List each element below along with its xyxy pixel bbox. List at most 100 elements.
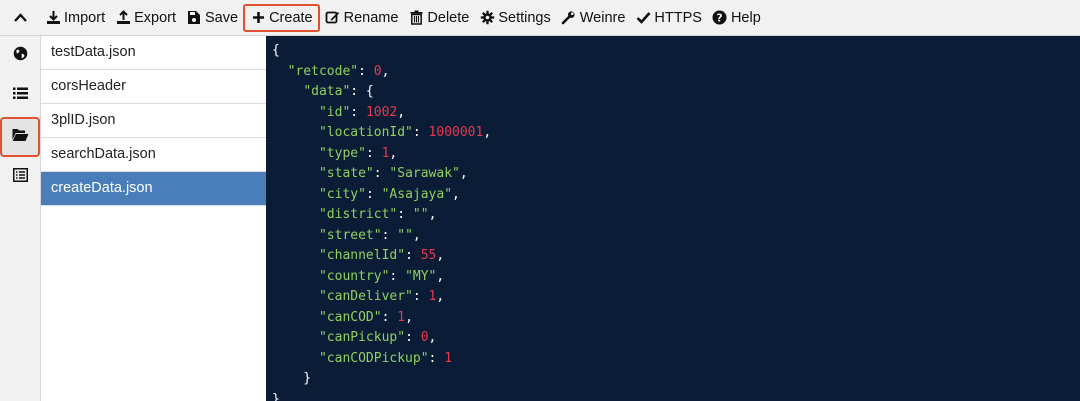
code-line: "city": "Asajaya", <box>272 185 1080 206</box>
code-token: , <box>436 268 445 284</box>
code-token: "retcode" <box>287 63 359 79</box>
create-label: Create <box>269 9 313 26</box>
code-token: : <box>381 309 398 325</box>
file-list: testData.json corsHeader 3plID.json sear… <box>41 36 267 401</box>
code-token: "MY" <box>405 268 437 284</box>
code-token: : <box>412 125 429 140</box>
rename-button[interactable]: Rename <box>320 4 404 32</box>
https-button[interactable]: HTTPS <box>630 4 707 32</box>
code-token: : <box>381 227 398 243</box>
left-rail <box>0 36 41 401</box>
code-line: { <box>272 41 1080 62</box>
question-circle-icon: ? <box>712 10 728 26</box>
code-token: "channelId" <box>318 248 406 263</box>
code-token: 1002 <box>365 104 398 120</box>
code-token: "locationId" <box>318 125 413 140</box>
code-token: { <box>272 43 280 58</box>
code-line: "street": "", <box>272 226 1080 247</box>
code-token: "state" <box>318 166 374 181</box>
json-code: { "retcode": 0, "data": { "id": 1002, "l… <box>266 36 1080 401</box>
code-token: : <box>412 289 429 304</box>
file-item-selected[interactable]: createData.json <box>41 172 266 206</box>
settings-label: Settings <box>498 9 551 26</box>
code-token: "canCODPickup" <box>318 350 429 366</box>
import-icon <box>45 10 61 26</box>
json-editor[interactable]: { "retcode": 0, "data": { "id": 1002, "l… <box>266 36 1080 401</box>
code-token: "data" <box>303 84 351 99</box>
code-token: , <box>397 104 406 120</box>
file-item[interactable]: corsHeader <box>41 70 266 104</box>
trash-icon <box>408 10 424 26</box>
code-token: "canPickup" <box>318 330 406 345</box>
code-token: "district" <box>318 207 398 222</box>
save-icon <box>186 10 202 26</box>
code-token: "city" <box>318 186 366 202</box>
code-token: "country" <box>318 268 390 284</box>
settings-button[interactable]: Settings <box>474 4 555 32</box>
file-item[interactable]: 3plID.json <box>41 104 266 138</box>
help-button[interactable]: ? Help <box>707 4 766 32</box>
code-token: "type" <box>318 145 366 161</box>
collapse-toggle[interactable] <box>0 0 40 35</box>
code-token: : <box>365 145 382 161</box>
edit-icon <box>325 10 341 26</box>
code-token: : <box>428 350 445 366</box>
gear-icon <box>479 10 495 26</box>
code-line: "retcode": 0, <box>272 62 1080 83</box>
delete-button[interactable]: Delete <box>403 4 474 32</box>
table-list-icon <box>12 167 28 187</box>
import-label: Import <box>64 9 106 26</box>
code-token: , <box>428 330 437 345</box>
code-token: , <box>381 63 390 79</box>
code-line: "country": "MY", <box>272 267 1080 288</box>
svg-text:?: ? <box>717 12 723 24</box>
code-line: "canCODPickup": 1 <box>272 349 1080 370</box>
rail-item-list[interactable] <box>0 76 40 116</box>
save-label: Save <box>205 9 239 26</box>
code-token: } <box>272 371 312 386</box>
code-line: "canCOD": 1, <box>272 308 1080 329</box>
code-token: "street" <box>318 227 382 243</box>
rail-item-files[interactable] <box>0 117 40 157</box>
rail-item-network[interactable] <box>0 36 40 76</box>
export-icon <box>115 10 131 26</box>
code-token: "canDeliver" <box>318 289 413 304</box>
code-token: , <box>459 166 468 181</box>
chevron-up-icon <box>13 9 27 27</box>
code-token: : <box>365 186 382 202</box>
code-line: "canPickup": 0, <box>272 328 1080 349</box>
rail-item-log[interactable] <box>0 157 40 197</box>
file-item[interactable]: searchData.json <box>41 138 266 172</box>
weinre-button[interactable]: Weinre <box>556 4 631 32</box>
export-button[interactable]: Export <box>110 4 181 32</box>
code-token: , <box>428 207 437 222</box>
code-token: : <box>389 268 406 284</box>
code-line: "state": "Sarawak", <box>272 164 1080 185</box>
create-button[interactable]: Create <box>243 3 320 32</box>
code-token: 55 <box>420 248 437 263</box>
code-line: "channelId": 55, <box>272 246 1080 267</box>
file-item[interactable]: testData.json <box>41 36 266 70</box>
import-button[interactable]: Import <box>40 4 110 32</box>
code-token: , <box>389 145 398 161</box>
code-line: "id": 1002, <box>272 103 1080 124</box>
code-line: "type": 1, <box>272 144 1080 165</box>
code-token: , <box>436 248 445 263</box>
code-token: 1000001 <box>428 125 484 140</box>
code-token: : <box>358 63 374 79</box>
code-line: "canDeliver": 1, <box>272 287 1080 308</box>
code-line: "locationId": 1000001, <box>272 123 1080 144</box>
save-button[interactable]: Save <box>181 4 243 32</box>
code-token: : <box>373 166 390 181</box>
